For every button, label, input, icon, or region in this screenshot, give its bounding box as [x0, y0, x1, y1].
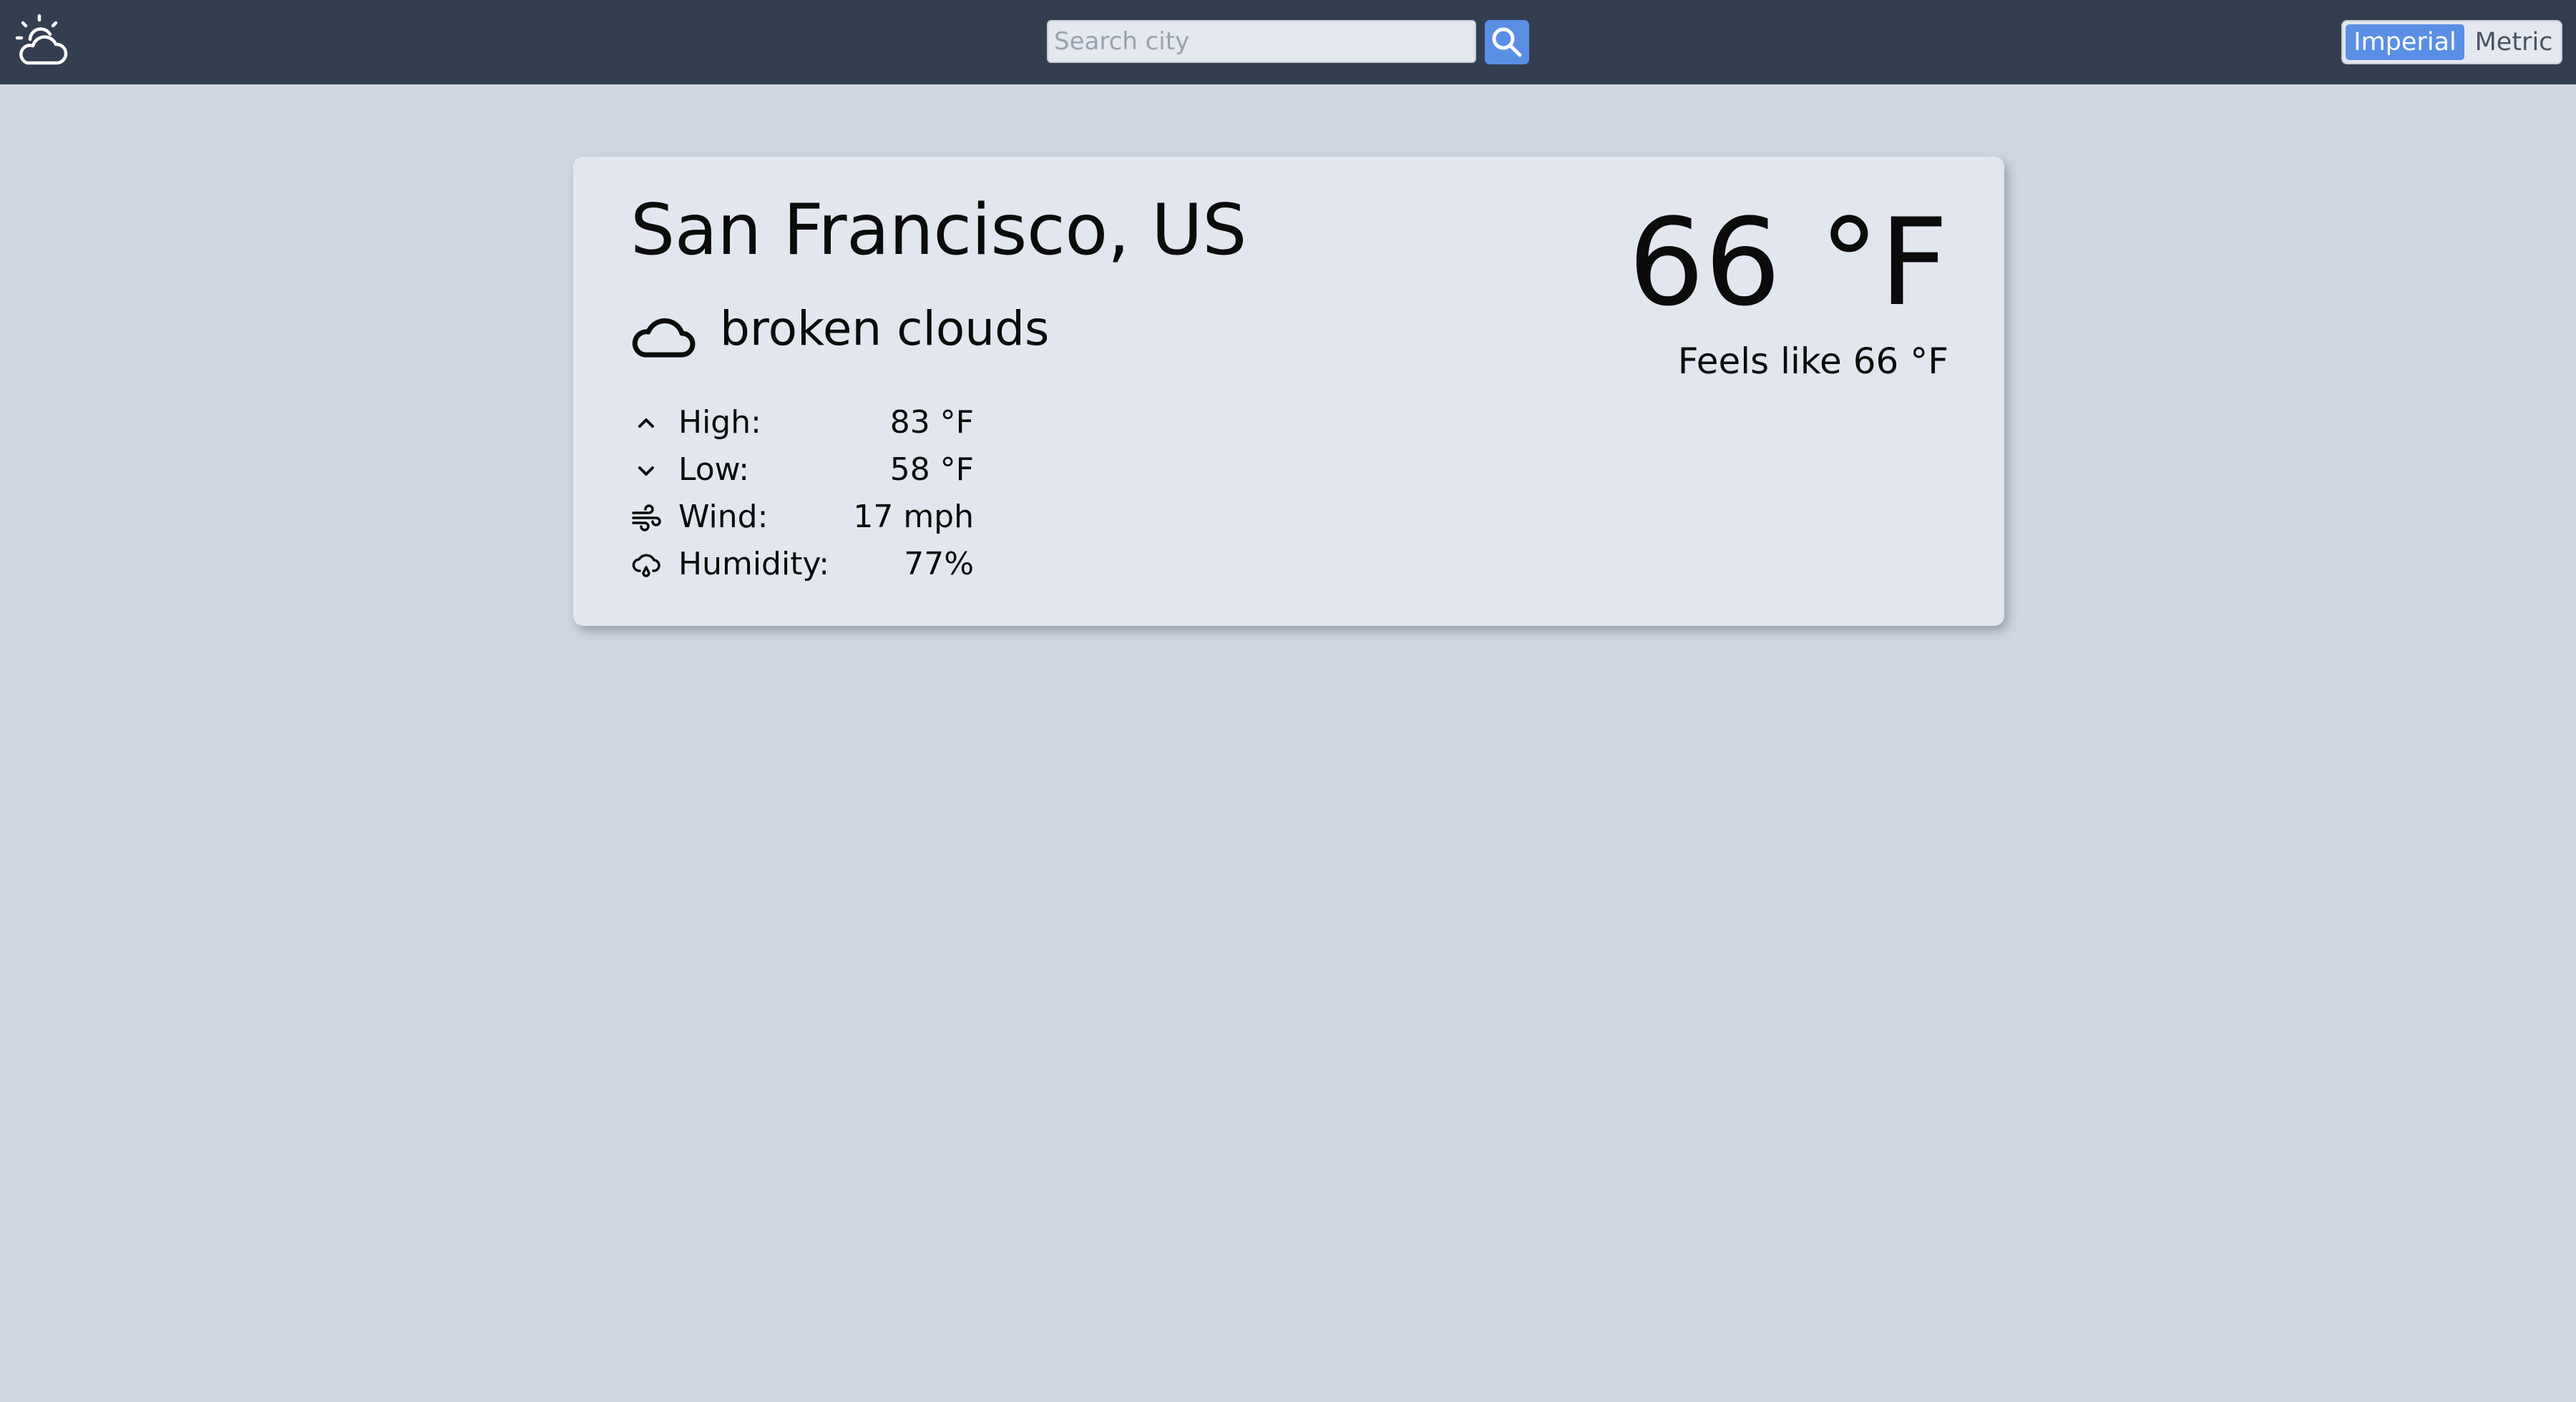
stat-wind: Wind: 17 mph — [630, 494, 974, 541]
stat-humidity: Humidity: 77% — [630, 541, 974, 588]
stat-label: Low: — [678, 451, 750, 488]
wind-icon — [630, 502, 662, 534]
weather-card: San Francisco, US broken clouds High: 83… — [573, 157, 2004, 626]
city-name: San Francisco, US — [630, 190, 1246, 271]
stat-label: Wind: — [678, 499, 769, 535]
search-button[interactable] — [1485, 20, 1529, 64]
metric-button[interactable]: Metric — [2469, 24, 2558, 60]
cloud-drizzle-icon — [630, 549, 662, 581]
search-icon — [1492, 27, 1522, 57]
feels-like: Feels like 66 °F — [1677, 340, 1948, 382]
cloud-icon — [630, 310, 696, 361]
stat-value: 83 °F — [889, 404, 974, 441]
sun-behind-cloud-icon — [14, 13, 70, 69]
imperial-button[interactable]: Imperial — [2346, 24, 2464, 60]
chevron-down-icon — [630, 455, 662, 486]
stat-value: 58 °F — [889, 451, 974, 488]
stat-value: 17 mph — [853, 499, 974, 535]
unit-toggle: Imperial Metric — [2341, 20, 2562, 64]
stat-label: Humidity: — [678, 546, 830, 582]
chevron-up-icon — [630, 408, 662, 439]
search-input[interactable] — [1047, 20, 1476, 63]
stat-label: High: — [678, 404, 761, 441]
stat-low: Low: 58 °F — [630, 446, 974, 494]
top-bar: Imperial Metric — [0, 0, 2576, 84]
stat-high: High: 83 °F — [630, 399, 974, 446]
stat-value: 77% — [904, 546, 974, 582]
current-temperature: 66 °F — [1628, 192, 1948, 333]
weather-condition: broken clouds — [720, 301, 1050, 356]
